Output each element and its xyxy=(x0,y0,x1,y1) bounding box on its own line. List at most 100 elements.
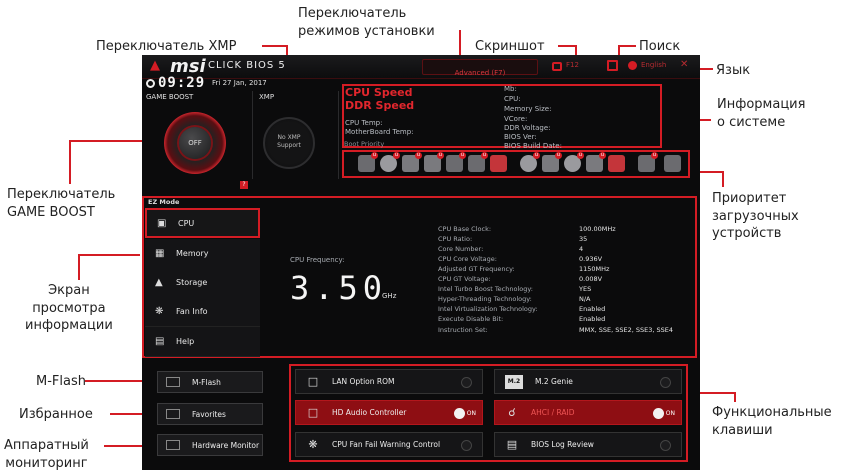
boot-device-disc-3[interactable]: u xyxy=(564,152,584,172)
connector-info-h xyxy=(78,254,140,256)
nav-item-memory[interactable]: ▦ Memory xyxy=(145,239,260,269)
spec-value: 1150MHz xyxy=(579,265,610,273)
audio-icon: □ xyxy=(307,405,319,419)
help-marker[interactable]: ? xyxy=(240,181,248,189)
boot-device-usb-4[interactable]: u xyxy=(542,152,562,172)
connector-info-v xyxy=(78,254,80,280)
boot-device-uefi[interactable] xyxy=(608,155,625,172)
lan-rom-icon: □ xyxy=(307,374,319,388)
spec-value: 100.00MHz xyxy=(579,225,616,233)
xmp-knob-label: No XMP Support xyxy=(277,134,301,149)
game-boost-panel-divider xyxy=(252,91,253,179)
xmp-label: XMP xyxy=(259,93,275,101)
favorites-button[interactable]: Favorites xyxy=(157,403,263,425)
fkey-m2-genie[interactable]: M.2 M.2 Genie xyxy=(494,369,682,394)
nav-item-label: Fan Info xyxy=(176,307,208,316)
fkey-bios-log[interactable]: ▤ BIOS Log Review xyxy=(494,432,682,457)
connector-mode xyxy=(459,30,461,55)
favorites-icon xyxy=(166,409,180,419)
boot-device-card[interactable]: u xyxy=(468,152,488,172)
callout-xmp-switch: Переключатель XMP xyxy=(96,39,237,54)
callout-mflash: M-Flash xyxy=(36,374,86,389)
fkey-lan-option-rom[interactable]: □ LAN Option ROM xyxy=(295,369,483,394)
nav-item-label: Storage xyxy=(176,278,208,287)
date-display: Fri 27 Jan, 2017 xyxy=(212,79,267,87)
boot-device-disc[interactable]: u xyxy=(380,152,400,172)
boot-device-network[interactable] xyxy=(490,155,507,172)
nav-item-fan-info[interactable]: ❋ Fan Info xyxy=(145,297,260,327)
game-boost-knob-ring[interactable]: OFF xyxy=(164,112,226,174)
boot-device-hdd[interactable]: u xyxy=(358,152,378,172)
mode-switch-label: Advanced (F7) xyxy=(454,69,506,77)
help-icon: ▤ xyxy=(155,336,165,347)
search-icon[interactable] xyxy=(607,60,618,71)
sys-field-bios-ver: BIOS Ver: xyxy=(504,133,537,141)
spec-value: 35 xyxy=(579,235,588,243)
callout-search: Поиск xyxy=(639,39,681,54)
fkey-label: AHCI / RAID xyxy=(531,408,575,417)
connector-fkeys-v xyxy=(734,392,736,402)
spec-label: Execute Disable Bit: xyxy=(438,315,504,323)
sys-field-ddr-voltage: DDR Voltage: xyxy=(504,124,551,132)
nav-item-help[interactable]: ▤ Help xyxy=(145,327,260,357)
spec-value: MMX, SSE, SSE2, SSE3, SSE4 xyxy=(579,326,674,334)
game-boost-state: OFF xyxy=(188,139,202,147)
boot-device-usb-6[interactable]: u xyxy=(638,152,658,172)
cpu-icon: ▣ xyxy=(157,217,167,229)
boot-device-disc-2[interactable]: u xyxy=(520,152,540,172)
spec-value: 4 xyxy=(579,245,584,253)
spec-label: CPU Ratio: xyxy=(438,235,473,243)
fkey-label: HD Audio Controller xyxy=(332,408,407,417)
mb-temp-label: MotherBoard Temp: xyxy=(345,128,414,136)
hardware-monitor-button[interactable]: Hardware Monitor xyxy=(157,434,263,456)
screenshot-key: F12 xyxy=(566,61,579,69)
language-selector[interactable]: English xyxy=(641,61,666,69)
xmp-knob[interactable]: No XMP Support xyxy=(263,117,315,169)
spec-value: 0.008V xyxy=(579,275,603,283)
nav-item-storage[interactable]: ▲ Storage xyxy=(145,268,260,298)
boot-device-usb-3[interactable]: u xyxy=(446,152,466,172)
callout-favorites: Избранное xyxy=(19,407,93,422)
toggle-off[interactable] xyxy=(660,440,671,451)
spec-value: YES xyxy=(579,285,592,293)
boot-priority-label: Boot Priority xyxy=(344,140,385,148)
game-boost-knob: OFF xyxy=(179,127,211,159)
spec-value: N/A xyxy=(579,295,591,303)
mflash-button[interactable]: M-Flash xyxy=(157,371,263,393)
ahci-icon: ☌ xyxy=(508,405,516,419)
callout-mode-switch: Переключатель режимов установки xyxy=(298,6,435,39)
boot-device-usb[interactable]: u xyxy=(402,152,422,172)
callout-boot-priority: Приоритет загрузочных устройств xyxy=(712,191,799,242)
mflash-icon xyxy=(166,377,180,387)
toggle-on[interactable]: ON xyxy=(453,408,476,419)
toggle-off[interactable] xyxy=(461,440,472,451)
screenshot-icon[interactable] xyxy=(552,62,562,71)
mode-switch-tab[interactable]: Advanced (F7) xyxy=(422,59,538,77)
fan-warning-icon: ❋ xyxy=(308,437,318,451)
sys-field-memory: Memory Size: xyxy=(504,105,552,113)
boot-device-hdd-2[interactable] xyxy=(664,155,681,172)
fkey-hd-audio[interactable]: □ HD Audio Controller ON xyxy=(295,400,483,425)
connector-search-h xyxy=(618,45,636,47)
clock-icon xyxy=(146,79,155,88)
fkey-label: CPU Fan Fail Warning Control xyxy=(332,440,441,449)
toggle-off[interactable] xyxy=(461,377,472,388)
callout-language: Язык xyxy=(716,63,751,78)
toggle-on[interactable]: ON xyxy=(652,408,675,419)
close-icon[interactable]: ✕ xyxy=(680,59,688,70)
favorites-label: Favorites xyxy=(192,409,226,419)
cpu-frequency-value: 3.50 xyxy=(290,269,388,307)
sys-field-vcore: VCore: xyxy=(504,115,528,123)
ddr-speed-label: DDR Speed xyxy=(345,99,415,112)
nav-item-cpu[interactable]: ▣ CPU xyxy=(145,208,260,238)
spec-label: CPU Core Voltage: xyxy=(438,255,497,263)
spec-label: CPU GT Voltage: xyxy=(438,275,491,283)
cpu-speed-label: CPU Speed xyxy=(345,86,413,99)
xmp-panel-divider xyxy=(338,91,339,179)
fkey-ahci-raid[interactable]: ☌ AHCI / RAID ON xyxy=(494,400,682,425)
boot-device-usb-5[interactable]: u xyxy=(586,152,606,172)
boot-device-usb-2[interactable]: u xyxy=(424,152,444,172)
toggle-off[interactable] xyxy=(660,377,671,388)
callout-game-boost: Переключатель GAME BOOST xyxy=(7,187,116,220)
fkey-cpu-fan-warning[interactable]: ❋ CPU Fan Fail Warning Control xyxy=(295,432,483,457)
